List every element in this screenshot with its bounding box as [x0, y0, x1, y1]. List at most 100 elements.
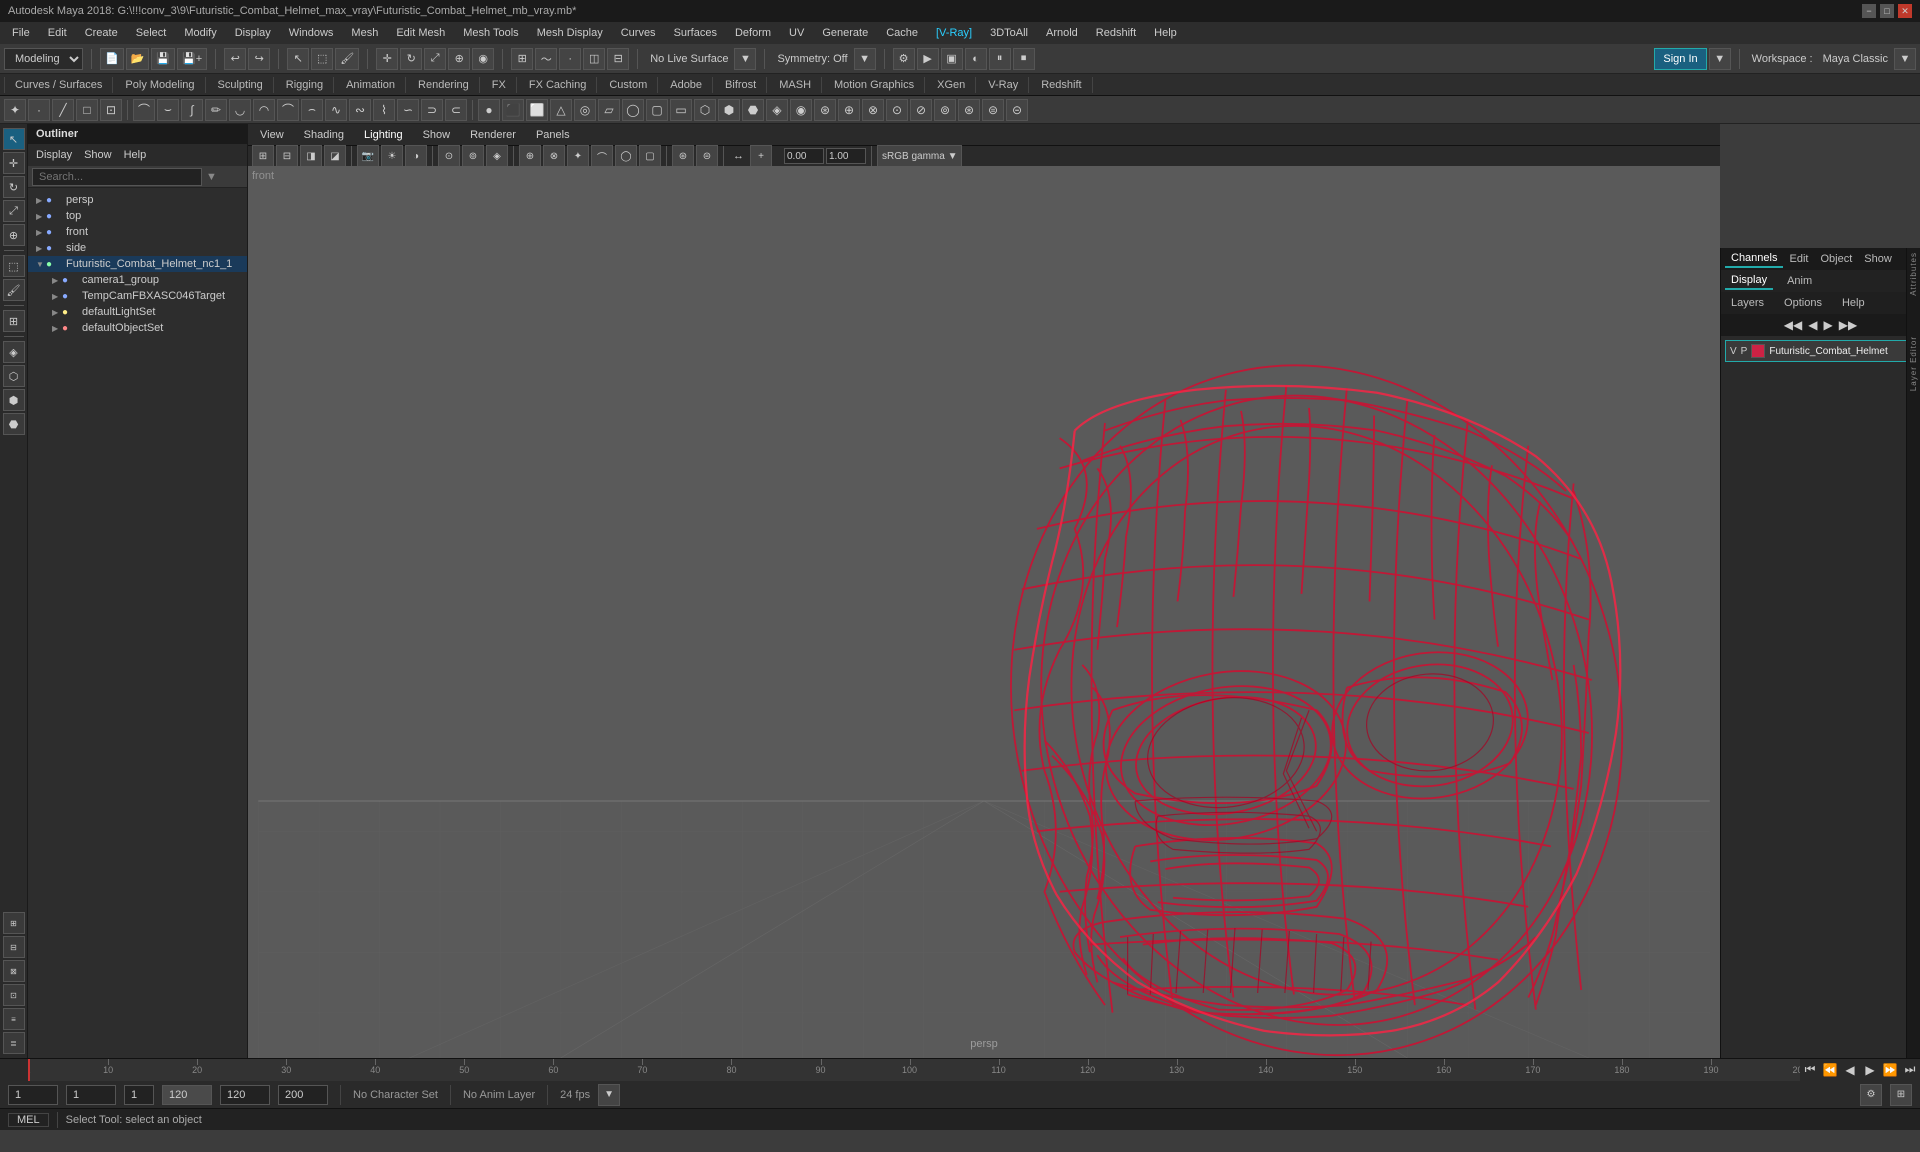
nurbs-sphere-button[interactable]: ◯: [622, 99, 644, 121]
soft-mod-button[interactable]: ◉: [472, 48, 494, 70]
surface-tool8[interactable]: ⊗: [862, 99, 884, 121]
outliner-item[interactable]: ▶●side: [28, 240, 247, 256]
menu-item-cache[interactable]: Cache: [878, 25, 926, 41]
menu-item-display[interactable]: Display: [227, 25, 279, 41]
surface-tool3[interactable]: ⬣: [742, 99, 764, 121]
curve-tool5[interactable]: ∿: [325, 99, 347, 121]
rotate-tool-button[interactable]: ↻: [400, 48, 422, 70]
layer-nav-btn-2[interactable]: ▶: [1824, 318, 1833, 332]
menu-item-mesh-tools[interactable]: Mesh Tools: [455, 25, 526, 41]
show-manip-button[interactable]: ⊞: [3, 310, 25, 332]
vp-isolate-button[interactable]: ⊙: [438, 145, 460, 167]
viewport-menu-view[interactable]: View: [252, 127, 292, 143]
tab-redshift[interactable]: Redshift: [1031, 77, 1092, 93]
scale-mode-button[interactable]: ⤢: [3, 200, 25, 222]
outliner-help-menu[interactable]: Help: [120, 147, 151, 163]
tab-rendering[interactable]: Rendering: [408, 77, 480, 93]
layer-item[interactable]: V P Futuristic_Combat_Helmet: [1725, 340, 1916, 362]
viewport-menu-panels[interactable]: Panels: [528, 127, 578, 143]
channel-box-tab-object[interactable]: Object: [1814, 251, 1858, 267]
layer-tab-anim[interactable]: Anim: [1781, 273, 1818, 289]
step-back-button[interactable]: ⏪: [1822, 1063, 1838, 1077]
tab-fx-caching[interactable]: FX Caching: [519, 77, 597, 93]
tab-sculpting[interactable]: Sculpting: [208, 77, 274, 93]
menu-item-edit-mesh[interactable]: Edit Mesh: [388, 25, 453, 41]
channel-box-tab-edit[interactable]: Edit: [1783, 251, 1814, 267]
surface-tool10[interactable]: ⊘: [910, 99, 932, 121]
close-button[interactable]: ✕: [1898, 4, 1912, 18]
tool3-button[interactable]: ⬢: [3, 389, 25, 411]
vp-hud-button[interactable]: ⊜: [696, 145, 718, 167]
universal-button[interactable]: ⊕: [3, 224, 25, 246]
live-surface-button[interactable]: ▼: [734, 48, 756, 70]
menu-item-modify[interactable]: Modify: [176, 25, 224, 41]
menu-item-curves[interactable]: Curves: [613, 25, 664, 41]
viewport-canvas[interactable]: front persp: [248, 166, 1720, 1058]
surface-tool9[interactable]: ⊙: [886, 99, 908, 121]
arc2-button[interactable]: ◠: [253, 99, 275, 121]
extra-tool4[interactable]: ⊡: [3, 984, 25, 1006]
snap-point-button[interactable]: ·: [559, 48, 581, 70]
outliner-item[interactable]: ▶●front: [28, 224, 247, 240]
nurbs-cube-button[interactable]: ▢: [646, 99, 668, 121]
nurbs-cylinder-button[interactable]: ▭: [670, 99, 692, 121]
face-select-button[interactable]: □: [76, 99, 98, 121]
menu-item-generate[interactable]: Generate: [814, 25, 876, 41]
menu-item-create[interactable]: Create: [77, 25, 126, 41]
surface-tool14[interactable]: ⊝: [1006, 99, 1028, 121]
render-button[interactable]: ▶: [917, 48, 939, 70]
stop-render-button[interactable]: ⏹: [1013, 48, 1035, 70]
vp-shadow-button[interactable]: ◑: [405, 145, 427, 167]
tab-mash[interactable]: MASH: [769, 77, 822, 93]
bezier-button[interactable]: ∫: [181, 99, 203, 121]
pencil-button[interactable]: ✏: [205, 99, 227, 121]
tab-v-ray[interactable]: V-Ray: [978, 77, 1029, 93]
vp-camera-button[interactable]: 📷: [357, 145, 379, 167]
search-input[interactable]: [32, 168, 202, 186]
layer-tab-display[interactable]: Display: [1725, 272, 1773, 290]
redo-button[interactable]: ↪: [248, 48, 270, 70]
surface-tool12[interactable]: ⊛: [958, 99, 980, 121]
viewport-menu-lighting[interactable]: Lighting: [356, 127, 411, 143]
arc-button[interactable]: ◡: [229, 99, 251, 121]
mel-label[interactable]: MEL: [8, 1113, 49, 1127]
undo-button[interactable]: ↩: [224, 48, 246, 70]
playback-range-input[interactable]: [278, 1085, 328, 1105]
cylinder-button[interactable]: ⬜: [526, 99, 548, 121]
layer-p-label[interactable]: P: [1741, 346, 1748, 357]
anim-range-start-input[interactable]: [124, 1085, 154, 1105]
universal-manip-button[interactable]: ⊕: [448, 48, 470, 70]
vp-cam-val2-input[interactable]: [826, 148, 866, 164]
menu-item--v-ray-[interactable]: [V-Ray]: [928, 25, 980, 41]
paint-button[interactable]: 🖌: [3, 279, 25, 301]
tab-rigging[interactable]: Rigging: [276, 77, 334, 93]
save-scene-button[interactable]: 💾: [151, 48, 175, 70]
snap-surface-button[interactable]: ◫: [583, 48, 605, 70]
bottom-right-btn1[interactable]: ⚙: [1860, 1084, 1882, 1106]
outliner-item[interactable]: ▶●TempCamFBXASC046Target: [28, 288, 247, 304]
surface-tool7[interactable]: ⊕: [838, 99, 860, 121]
torus-button[interactable]: ◎: [574, 99, 596, 121]
layer-sub-tab-help[interactable]: Help: [1836, 295, 1871, 311]
maximize-button[interactable]: □: [1880, 4, 1894, 18]
curve-tool10[interactable]: ⊂: [445, 99, 467, 121]
vp-show-polygons[interactable]: ▢: [639, 145, 661, 167]
play-back-button[interactable]: ◀: [1842, 1063, 1858, 1077]
outliner-item[interactable]: ▶●camera1_group: [28, 272, 247, 288]
vp-home-button[interactable]: ⊞: [252, 145, 274, 167]
tab-animation[interactable]: Animation: [336, 77, 406, 93]
minimize-button[interactable]: −: [1862, 4, 1876, 18]
tab-custom[interactable]: Custom: [599, 77, 658, 93]
tool2-button[interactable]: ⬡: [3, 365, 25, 387]
lasso-button[interactable]: ⬚: [3, 255, 25, 277]
pause-render-button[interactable]: ⏸: [989, 48, 1011, 70]
tab-poly-modeling[interactable]: Poly Modeling: [115, 77, 205, 93]
tab-xgen[interactable]: XGen: [927, 77, 976, 93]
outliner-item[interactable]: ▼●Futuristic_Combat_Helmet_nc1_1: [28, 256, 247, 272]
cone-button[interactable]: △: [550, 99, 572, 121]
save-as-button[interactable]: 💾+: [177, 48, 207, 70]
move-mode-button[interactable]: ✛: [3, 152, 25, 174]
cv-curve-button[interactable]: ⌒: [133, 99, 155, 121]
extra-tool1[interactable]: ⊞: [3, 912, 25, 934]
menu-item--dtoall[interactable]: 3DToAll: [982, 25, 1036, 41]
